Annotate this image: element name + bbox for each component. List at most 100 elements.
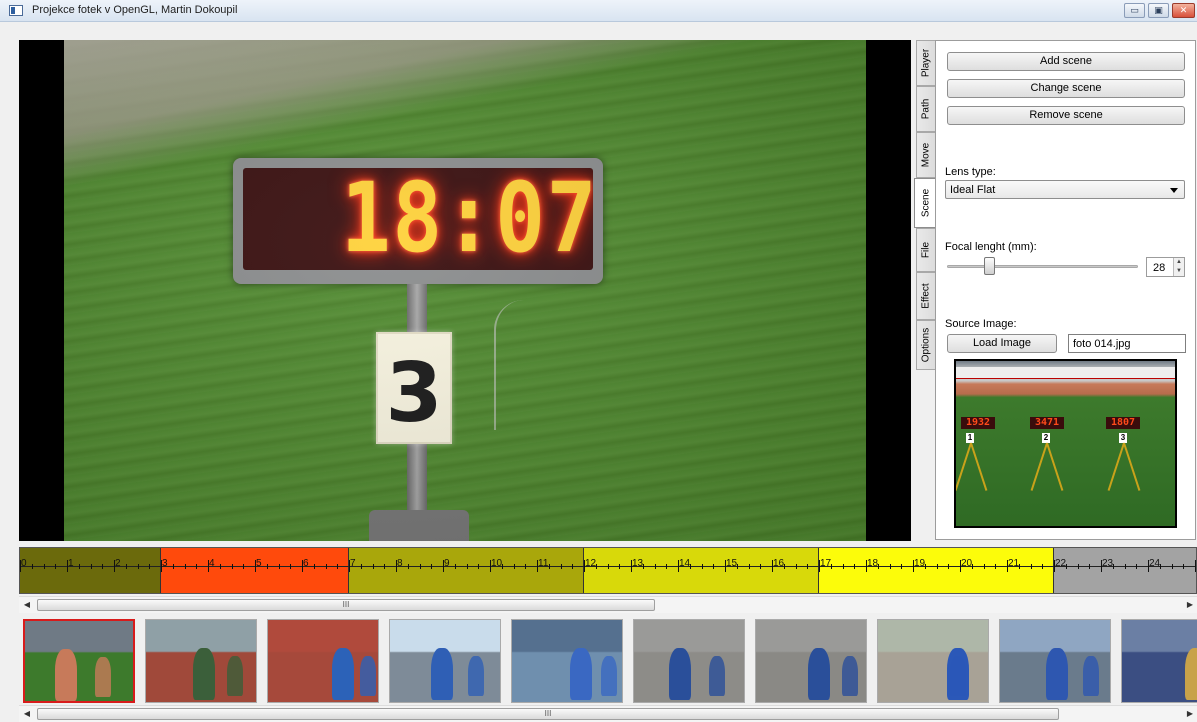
timeline-minor-tick xyxy=(454,564,456,569)
tab-effect[interactable]: Effect xyxy=(916,272,935,320)
tab-player[interactable]: Player xyxy=(916,40,935,86)
focal-length-slider-handle[interactable] xyxy=(984,257,996,275)
timeline-minor-tick xyxy=(901,564,903,569)
timeline-minor-tick xyxy=(713,564,715,569)
thumbnail-figure xyxy=(808,648,830,700)
maximize-button[interactable]: ▣ xyxy=(1148,3,1169,18)
source-file-field[interactable]: foto 014.jpg xyxy=(1068,334,1186,353)
source-image-label: Source Image: xyxy=(945,318,1017,330)
timeline-minor-tick xyxy=(619,564,621,569)
focal-length-label: Focal lenght (mm): xyxy=(945,241,1037,253)
timeline-minor-tick xyxy=(736,564,738,569)
tab-options[interactable]: Options xyxy=(916,320,935,370)
scroll-left-icon[interactable]: ◀ xyxy=(22,600,32,609)
timeline-minor-tick xyxy=(971,564,973,569)
spin-up-icon[interactable]: ▲ xyxy=(1173,258,1184,267)
photo-thumbnail[interactable] xyxy=(755,619,867,703)
timeline-segment[interactable] xyxy=(819,548,1054,593)
add-scene-button[interactable]: Add scene xyxy=(947,52,1185,71)
tab-path[interactable]: Path xyxy=(916,86,935,132)
timeline-minor-tick xyxy=(431,564,433,569)
timeline-tick-label: 11 xyxy=(538,558,549,569)
photo-thumbnail[interactable] xyxy=(511,619,623,703)
timeline-minor-tick xyxy=(830,564,832,569)
timeline-minor-tick xyxy=(948,564,950,569)
timeline-segment[interactable] xyxy=(20,548,161,593)
timeline-minor-tick xyxy=(748,564,750,569)
timeline-tick-label: 19 xyxy=(914,558,926,569)
photo-thumbnail[interactable] xyxy=(999,619,1111,703)
timeline-minor-tick xyxy=(783,564,785,569)
timeline-minor-tick xyxy=(666,564,668,569)
photo-thumbnail[interactable] xyxy=(389,619,501,703)
timeline-minor-tick xyxy=(501,564,503,569)
photo-thumbnail[interactable] xyxy=(267,619,379,703)
timeline-minor-tick xyxy=(102,564,104,569)
timeline-minor-tick xyxy=(689,564,691,569)
timeline-minor-tick xyxy=(278,564,280,569)
timeline-minor-tick xyxy=(149,564,151,569)
timeline-minor-tick xyxy=(560,564,562,569)
photo-thumbnail[interactable] xyxy=(145,619,257,703)
timeline-minor-tick xyxy=(607,564,609,569)
preview-board-1: 1932 xyxy=(961,417,995,429)
timeline-minor-tick xyxy=(290,564,292,569)
thumbnail-scroll-thumb[interactable]: III xyxy=(37,708,1059,720)
thumbnail-figure xyxy=(669,648,691,700)
lens-type-label: Lens type: xyxy=(945,166,996,178)
timeline-tick-label: 13 xyxy=(632,558,644,569)
scroll-left-icon[interactable]: ◀ xyxy=(22,709,32,718)
tab-file[interactable]: File xyxy=(916,228,935,272)
spin-down-icon[interactable]: ▼ xyxy=(1173,267,1184,276)
timeline-segment[interactable] xyxy=(1054,548,1196,593)
timeline-tick-label: 2 xyxy=(115,558,121,569)
photo-thumbnail[interactable] xyxy=(1121,619,1197,703)
timeline-scroll-thumb[interactable]: III xyxy=(37,599,655,611)
focal-length-value: 28 xyxy=(1153,262,1166,274)
load-image-button[interactable]: Load Image xyxy=(947,334,1057,353)
thumbnail-figure xyxy=(55,649,77,701)
lens-type-value: Ideal Flat xyxy=(950,184,996,196)
focal-length-spinbox[interactable]: 28 ▲ ▼ xyxy=(1146,257,1185,277)
timeline[interactable]: 0 1 2 3 4 5 6 7 8 9 10 11 12 13 14 15 16 17 18 19 20 21 22 23 24… xyxy=(19,547,1197,594)
scoreboard: 18:07 xyxy=(233,158,603,284)
timeline-minor-tick xyxy=(466,564,468,569)
minimize-button[interactable]: ▭ xyxy=(1124,3,1145,18)
photo-thumbnail[interactable] xyxy=(877,619,989,703)
timeline-tick-label: 4 xyxy=(209,558,215,569)
timeline-minor-tick xyxy=(983,564,985,569)
change-scene-button[interactable]: Change scene xyxy=(947,79,1185,98)
thumbnail-figure xyxy=(570,648,592,700)
photo-thumbnail[interactable] xyxy=(633,619,745,703)
timeline-minor-tick xyxy=(1018,564,1020,569)
photo-viewport[interactable]: 18:07 3 xyxy=(19,40,911,541)
tab-move[interactable]: Move xyxy=(916,132,935,178)
preview-card-3: 3 xyxy=(1119,433,1127,443)
timeline-scrollbar[interactable]: ◀ III ▶ xyxy=(19,596,1197,613)
timeline-segment[interactable] xyxy=(349,548,584,593)
timeline-minor-tick xyxy=(572,564,574,569)
tab-scene[interactable]: Scene xyxy=(914,178,936,228)
vertical-tabs: Player Path Move Scene File Effect Optio… xyxy=(914,40,936,370)
scroll-right-icon[interactable]: ▶ xyxy=(1185,709,1195,718)
timeline-tick-label: 9 xyxy=(444,558,450,569)
photo-thumbnail[interactable] xyxy=(23,619,135,703)
thumbnail-scrollbar[interactable]: ◀ III ▶ xyxy=(19,705,1197,722)
timeline-minor-tick xyxy=(31,564,33,569)
timeline-minor-tick xyxy=(313,564,315,569)
timeline-minor-tick xyxy=(125,564,127,569)
timeline-minor-tick xyxy=(243,564,245,569)
timeline-minor-tick xyxy=(995,564,997,569)
timeline-minor-tick xyxy=(184,564,186,569)
timeline-minor-tick xyxy=(642,564,644,569)
timeline-minor-tick xyxy=(1159,564,1161,569)
timeline-tick-label: 15 xyxy=(726,558,738,569)
remove-scene-button[interactable]: Remove scene xyxy=(947,106,1185,125)
focal-length-slider[interactable] xyxy=(947,265,1138,268)
lens-type-select[interactable]: Ideal Flat xyxy=(945,180,1185,199)
timeline-tick-label: 17 xyxy=(820,558,832,569)
thumbnail-figure xyxy=(1083,656,1099,696)
timeline-segment[interactable] xyxy=(584,548,819,593)
close-button[interactable]: ✕ xyxy=(1172,3,1195,18)
scroll-right-icon[interactable]: ▶ xyxy=(1185,600,1195,609)
